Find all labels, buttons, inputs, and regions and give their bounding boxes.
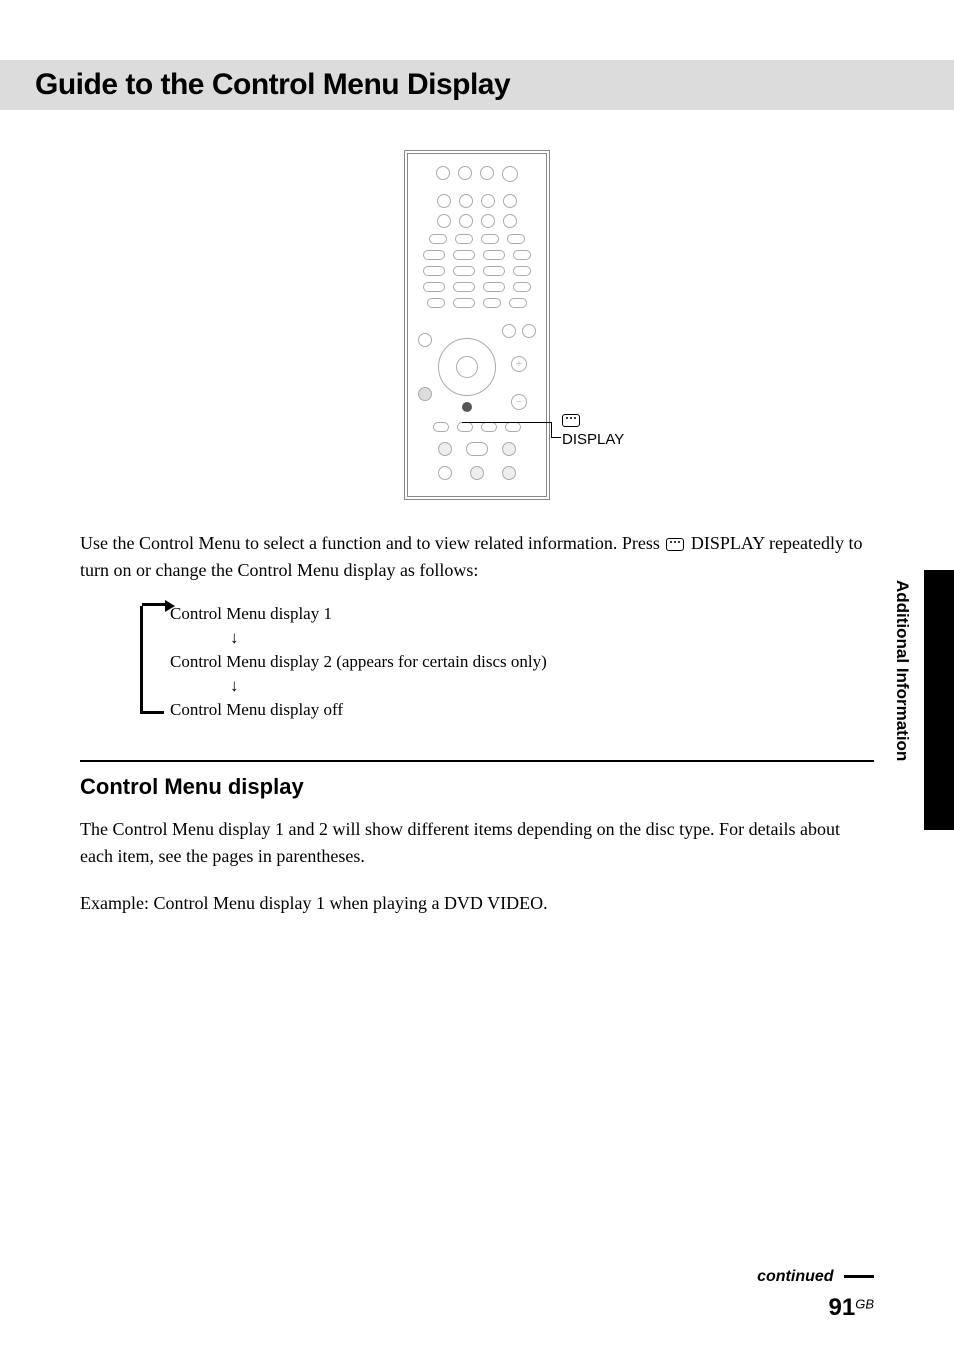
callout-text: DISPLAY bbox=[562, 431, 624, 448]
display-sequence: Control Menu display 1 ↓ Control Menu di… bbox=[140, 604, 874, 720]
intro-paragraph: Use the Control Menu to select a functio… bbox=[80, 530, 874, 584]
display-icon-inline bbox=[666, 538, 684, 551]
page-footer: continued 91GB bbox=[80, 1268, 874, 1322]
page-title: Guide to the Control Menu Display bbox=[35, 68, 954, 102]
display-button-highlight bbox=[462, 402, 472, 412]
page-number: 91GB bbox=[80, 1294, 874, 1322]
down-arrow-icon: ↓ bbox=[170, 628, 874, 648]
display-icon bbox=[562, 414, 580, 427]
continued-line-icon bbox=[844, 1275, 874, 1278]
page-title-bar: Guide to the Control Menu Display bbox=[0, 60, 954, 110]
side-section-label: Additional Information bbox=[892, 580, 912, 761]
remote-illustration-section: + − DISPLAY bbox=[80, 150, 874, 500]
section-body-1: The Control Menu display 1 and 2 will sh… bbox=[80, 816, 874, 870]
sequence-item-3: Control Menu display off bbox=[170, 700, 874, 720]
sequence-item-1: Control Menu display 1 bbox=[170, 604, 874, 624]
section-body-2: Example: Control Menu display 1 when pla… bbox=[80, 890, 874, 917]
continued-indicator: continued bbox=[80, 1268, 874, 1286]
section-heading: Control Menu display bbox=[80, 774, 874, 800]
page-number-value: 91 bbox=[829, 1294, 856, 1321]
intro-text-1: Use the Control Menu to select a functio… bbox=[80, 533, 664, 553]
sequence-item-2: Control Menu display 2 (appears for cert… bbox=[170, 652, 874, 672]
side-tab-marker bbox=[924, 570, 954, 830]
section-divider bbox=[80, 760, 874, 762]
display-button-callout: DISPLAY bbox=[562, 410, 624, 449]
remote-control-diagram: + − bbox=[404, 150, 550, 500]
down-arrow-icon: ↓ bbox=[170, 676, 874, 696]
continued-text: continued bbox=[757, 1268, 833, 1285]
page-number-suffix: GB bbox=[855, 1297, 874, 1312]
